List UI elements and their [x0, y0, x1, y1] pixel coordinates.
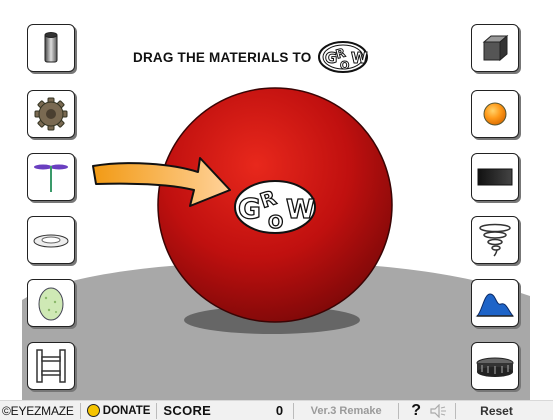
- score-label: SCORE: [163, 403, 212, 418]
- credit-text: ©EYEZMAZE: [2, 403, 74, 418]
- donate-button[interactable]: DONATE: [86, 404, 151, 417]
- black-panel-icon: [477, 168, 513, 186]
- donate-label: DONATE: [102, 404, 151, 417]
- game-stage: DRAG THE MATERIALS TO G R O W G R O W: [0, 0, 553, 400]
- material-pipe[interactable]: [27, 24, 75, 72]
- reset-button[interactable]: Reset: [480, 404, 513, 418]
- divider: [455, 402, 457, 419]
- gear-icon: [34, 97, 68, 131]
- material-egg[interactable]: [27, 279, 75, 327]
- material-gear[interactable]: [27, 90, 75, 138]
- orange-ball-icon: [483, 102, 507, 126]
- svg-text:G: G: [238, 192, 261, 225]
- material-propeller[interactable]: [27, 153, 75, 201]
- material-tire[interactable]: [471, 342, 519, 390]
- status-bar: ©EYEZMAZE DONATE SCORE 0 Ver.3 Remake ? …: [0, 400, 553, 420]
- tornado-icon: [479, 223, 511, 257]
- divider: [398, 402, 400, 419]
- cube-icon: [482, 34, 509, 62]
- tire-icon: [476, 357, 514, 377]
- ladder-icon: [36, 349, 66, 383]
- blue-mountain-icon: [475, 293, 515, 317]
- material-plate[interactable]: [27, 216, 75, 264]
- divider: [79, 402, 81, 419]
- svg-text:W: W: [351, 49, 368, 67]
- instruction-header: DRAG THE MATERIALS TO G R O W: [133, 40, 369, 74]
- material-blue-mountain[interactable]: [471, 279, 519, 327]
- plate-icon: [33, 234, 69, 248]
- egg-icon: [38, 287, 64, 321]
- material-black-panel[interactable]: [471, 153, 519, 201]
- svg-text:W: W: [286, 195, 315, 225]
- svg-text:O: O: [268, 212, 283, 233]
- eyezmaze-credit-link[interactable]: ©EYEZMAZE: [0, 404, 74, 418]
- drag-arrow: [92, 157, 231, 207]
- material-cube[interactable]: [471, 24, 519, 72]
- coin-icon: [86, 404, 100, 417]
- material-orange-ball[interactable]: [471, 90, 519, 138]
- material-tornado[interactable]: [471, 216, 519, 264]
- help-button[interactable]: ?: [405, 402, 427, 420]
- score-value: 0: [275, 403, 284, 418]
- grow-logo-icon: G R O W: [318, 41, 369, 73]
- divider: [293, 402, 295, 419]
- speaker-muted-icon: [430, 403, 447, 418]
- instruction-text: DRAG THE MATERIALS TO: [133, 49, 312, 65]
- pipe-icon: [44, 32, 58, 63]
- divider: [156, 402, 158, 419]
- material-ladder[interactable]: [27, 342, 75, 390]
- svg-text:O: O: [340, 59, 349, 72]
- propeller-icon: [34, 164, 68, 192]
- sound-toggle-button[interactable]: [427, 403, 449, 418]
- sphere-grow-logo: G R O W: [234, 180, 316, 234]
- version-label: Ver.3 Remake: [310, 404, 382, 417]
